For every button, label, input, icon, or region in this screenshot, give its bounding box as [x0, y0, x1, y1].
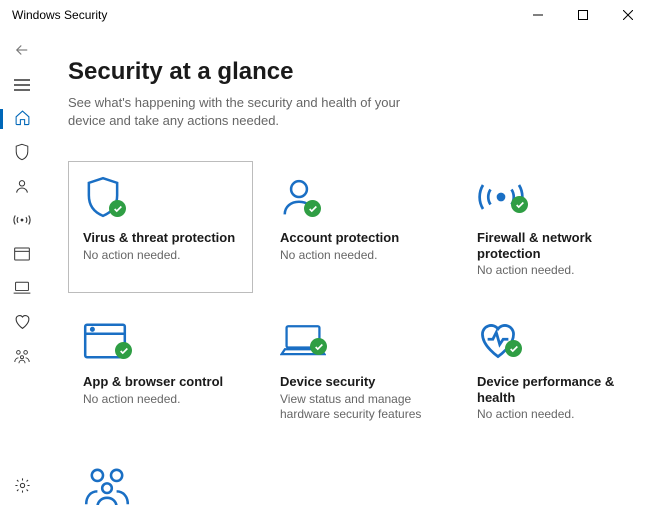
- tile-title: App & browser control: [83, 374, 238, 390]
- tile-title: Virus & threat protection: [83, 230, 238, 246]
- person-icon: [14, 177, 30, 198]
- status-ok-icon: [304, 200, 321, 217]
- sidebar-item-device[interactable]: [0, 272, 44, 306]
- titlebar: Windows Security: [0, 0, 650, 30]
- sidebar-item-firewall[interactable]: [0, 204, 44, 238]
- sidebar-item-home[interactable]: [0, 102, 44, 136]
- family-icon: [13, 348, 31, 367]
- page-intro: See what's happening with the security a…: [68, 94, 428, 129]
- home-icon: [14, 109, 31, 129]
- tile-subtitle: No action needed.: [280, 248, 435, 263]
- back-button[interactable]: [0, 36, 44, 64]
- status-ok-icon: [115, 342, 132, 359]
- close-button[interactable]: [605, 0, 650, 30]
- sidebar: [0, 30, 44, 512]
- tile-title: Device performance & health: [477, 374, 632, 405]
- minimize-button[interactable]: [515, 0, 560, 30]
- heart-icon: [14, 314, 31, 333]
- sidebar-item-performance[interactable]: [0, 306, 44, 340]
- hamburger-menu[interactable]: [0, 68, 44, 102]
- status-ok-icon: [505, 340, 522, 357]
- tile-firewall[interactable]: Firewall & network protection No action …: [462, 161, 647, 293]
- gear-icon: [14, 477, 31, 497]
- tile-performance[interactable]: Device performance & health No action ne…: [462, 305, 647, 437]
- tile-subtitle: View status and manage hardware security…: [280, 392, 435, 422]
- tile-subtitle: No action needed.: [477, 407, 632, 422]
- shield-icon: [14, 143, 30, 164]
- tile-subtitle: No action needed.: [477, 263, 632, 278]
- security-tiles: Virus & threat protection No action need…: [68, 161, 626, 512]
- tile-title: Firewall & network protection: [477, 230, 632, 261]
- tile-account[interactable]: Account protection No action needed.: [265, 161, 450, 293]
- tile-virus[interactable]: Virus & threat protection No action need…: [68, 161, 253, 293]
- tile-title: Device security: [280, 374, 435, 390]
- main-content: Security at a glance See what's happenin…: [44, 30, 650, 512]
- tile-subtitle: No action needed.: [83, 392, 238, 407]
- sidebar-item-virus[interactable]: [0, 136, 44, 170]
- maximize-button[interactable]: [560, 0, 605, 30]
- tile-title: Account protection: [280, 230, 435, 246]
- tile-device[interactable]: Device security View status and manage h…: [265, 305, 450, 437]
- sidebar-item-settings[interactable]: [0, 470, 44, 504]
- sidebar-item-family[interactable]: [0, 340, 44, 374]
- sidebar-item-appbrowser[interactable]: [0, 238, 44, 272]
- tile-subtitle: No action needed.: [83, 248, 238, 263]
- signal-icon: [13, 212, 31, 231]
- laptop-icon: [13, 281, 31, 298]
- tile-appbrowser[interactable]: App & browser control No action needed.: [68, 305, 253, 437]
- family-icon: [83, 465, 131, 508]
- status-ok-icon: [511, 196, 528, 213]
- page-title: Security at a glance: [68, 58, 626, 86]
- tile-family[interactable]: [68, 449, 253, 512]
- status-ok-icon: [109, 200, 126, 217]
- sidebar-item-account[interactable]: [0, 170, 44, 204]
- window-icon: [14, 247, 30, 264]
- window-title: Windows Security: [12, 8, 515, 22]
